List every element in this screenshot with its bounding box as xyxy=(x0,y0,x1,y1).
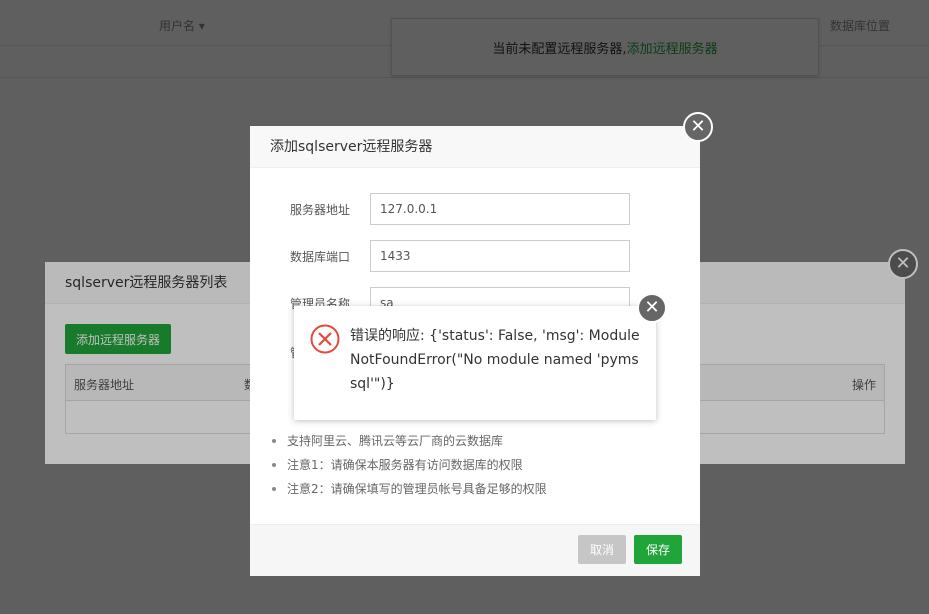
dialog-footer: 取消 保存 xyxy=(250,524,700,576)
host-label: 服务器地址 xyxy=(290,203,351,217)
add-server-title: 添加sqlserver远程服务器 xyxy=(250,126,700,168)
port-row: 数据库端口 1433 xyxy=(250,240,700,272)
cancel-button[interactable]: 取消 xyxy=(578,535,626,564)
host-input[interactable]: 127.0.0.1 xyxy=(370,193,630,225)
save-button[interactable]: 保存 xyxy=(634,535,682,564)
close-icon: ✕ xyxy=(644,297,660,318)
host-row: 服务器地址 127.0.0.1 xyxy=(250,193,700,225)
error-icon xyxy=(310,324,340,354)
close-error-button[interactable]: ✕ xyxy=(637,293,667,323)
port-label: 数据库端口 xyxy=(290,250,351,264)
error-message-box: 错误的响应: {'status': False, 'msg': ModuleNo… xyxy=(294,306,656,420)
close-icon: ✕ xyxy=(690,116,706,137)
port-input[interactable]: 1433 xyxy=(370,240,630,272)
tips-list: 支持阿里云、腾讯云等云厂商的云数据库 注意1：请确保本服务器有访问数据库的权限 … xyxy=(270,431,547,503)
error-message-text: 错误的响应: {'status': False, 'msg': ModuleNo… xyxy=(350,328,640,392)
tip-item: 注意1：请确保本服务器有访问数据库的权限 xyxy=(270,455,547,479)
tip-item: 注意2：请确保填写的管理员帐号具备足够的权限 xyxy=(270,479,547,503)
tip-item: 支持阿里云、腾讯云等云厂商的云数据库 xyxy=(270,431,547,455)
close-add-dialog-button[interactable]: ✕ xyxy=(683,112,713,142)
